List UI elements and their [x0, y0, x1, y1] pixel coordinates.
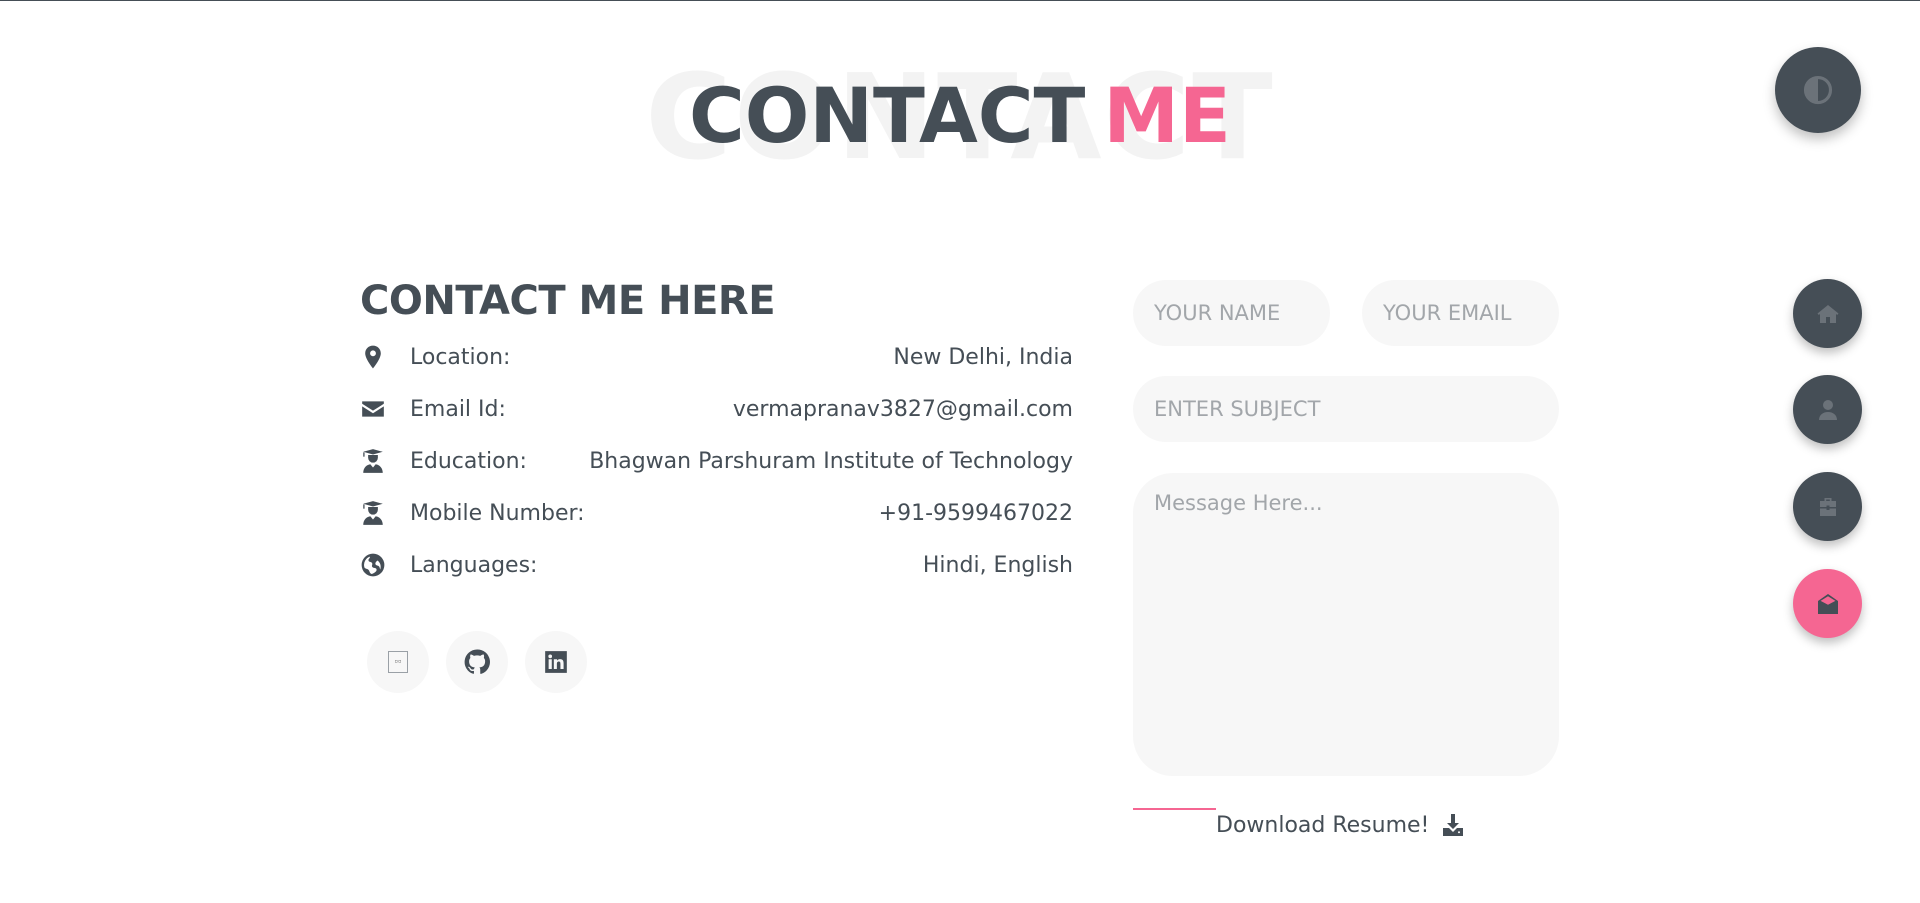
info-value: New Delhi, India: [893, 344, 1073, 370]
contact-info-title: CONTACT ME HERE: [360, 278, 776, 324]
home-icon: [1817, 304, 1838, 323]
nav-contact-button[interactable]: [1793, 569, 1862, 638]
info-label: Mobile Number:: [410, 500, 585, 526]
info-row-languages: Languages: Hindi, English: [360, 550, 1073, 580]
info-label: Email Id:: [410, 396, 506, 422]
github-icon: [464, 649, 490, 674]
half-circle-contrast-icon: [1803, 75, 1833, 105]
user-graduate-icon: [360, 498, 390, 528]
info-value: Bhagwan Parshuram Institute of Technolog…: [589, 448, 1073, 474]
info-label: Location:: [410, 344, 511, 370]
info-value: Hindi, English: [922, 552, 1073, 578]
download-accent-line: [1133, 808, 1216, 810]
info-value: vermapranav3827@gmail.com: [732, 396, 1073, 422]
info-label: Languages:: [410, 552, 538, 578]
info-label: Education:: [410, 448, 527, 474]
broken-image-icon: ▫▫: [388, 651, 408, 673]
top-border: [0, 0, 1920, 1]
info-value: +91-9599467022: [878, 500, 1073, 526]
user-icon: [1818, 399, 1837, 420]
page-title: CONTACT ME: [0, 78, 1920, 154]
globe-icon: [360, 550, 390, 580]
nav-about-button[interactable]: [1793, 375, 1862, 444]
download-resume-button[interactable]: Download Resume!: [1216, 808, 1465, 842]
download-resume-label: Download Resume!: [1216, 812, 1430, 838]
subject-input[interactable]: [1133, 376, 1559, 442]
map-marker-icon: [360, 342, 390, 372]
envelope-open-icon: [1817, 593, 1838, 614]
theme-toggle-button[interactable]: [1775, 47, 1861, 133]
linkedin-icon: [545, 651, 567, 673]
page-title-word-1: CONTACT: [689, 71, 1086, 160]
envelope-icon: [360, 394, 390, 424]
social-links: ▫▫: [367, 631, 587, 693]
info-row-mobile: Mobile Number: +91-9599467022: [360, 498, 1073, 528]
nav-home-button[interactable]: [1793, 279, 1862, 348]
name-input[interactable]: [1133, 280, 1330, 346]
info-row-location: Location: New Delhi, India: [360, 342, 1073, 372]
social-link-github[interactable]: [446, 631, 508, 693]
download-icon: [1443, 814, 1464, 836]
briefcase-icon: [1819, 497, 1836, 516]
social-link-image[interactable]: ▫▫: [367, 631, 429, 693]
user-graduate-icon: [360, 446, 390, 476]
email-input[interactable]: [1362, 280, 1559, 346]
message-textarea[interactable]: [1133, 473, 1559, 776]
social-link-linkedin[interactable]: [525, 631, 587, 693]
info-row-education: Education: Bhagwan Parshuram Institute o…: [360, 446, 1073, 476]
info-row-email: Email Id: vermapranav3827@gmail.com: [360, 394, 1073, 424]
nav-portfolio-button[interactable]: [1793, 472, 1862, 541]
page-title-word-2: ME: [1103, 71, 1231, 160]
